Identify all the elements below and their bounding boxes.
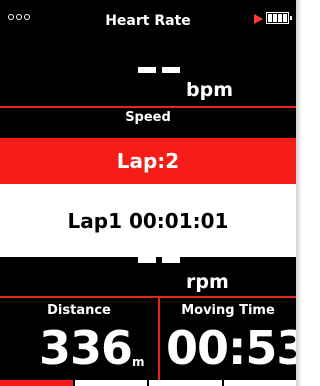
heart-rate-value-placeholder: [138, 67, 180, 73]
speed-label: Speed: [125, 110, 171, 125]
distance-unit: m: [132, 355, 145, 369]
battery-bar: [278, 14, 282, 22]
page-indicator: [0, 380, 296, 386]
dash: [138, 257, 156, 263]
moving-time-label: Moving Time: [181, 303, 275, 318]
battery-bar: [273, 14, 277, 22]
battery-icon: [266, 12, 292, 24]
battery-bar: [268, 14, 272, 22]
lap-banner-text: Lap:2: [116, 149, 180, 173]
dash: [162, 67, 180, 73]
divider: [0, 106, 296, 108]
moving-time-value: 00:53: [166, 321, 296, 375]
distance-label: Distance: [47, 303, 111, 318]
edge-shadow: [296, 0, 302, 386]
distance-value: 336: [39, 321, 133, 375]
lap-summary: Lap1 00:01:01: [0, 184, 296, 257]
lap-summary-text: Lap1 00:01:01: [67, 208, 229, 233]
battery-bar: [283, 14, 287, 22]
dash: [162, 257, 180, 263]
status-title: Heart Rate: [105, 13, 191, 29]
lap-banner: Lap:2: [0, 138, 296, 184]
heart-rate-unit: bpm: [186, 79, 233, 101]
cadence-unit: rpm: [186, 271, 229, 293]
page-indicator-segment: [147, 380, 222, 386]
dash: [138, 67, 156, 73]
bike-computer-screen: Heart Rate bpm Speed Lap:2 Lap1 00:01:01…: [0, 0, 296, 386]
status-bar: Heart Rate: [0, 0, 296, 44]
page-indicator-segment: [221, 380, 296, 386]
page-indicator-segment: [72, 380, 147, 386]
cadence-value-placeholder: [138, 257, 180, 263]
play-triangle-icon: [254, 14, 263, 24]
divider: [0, 296, 296, 298]
page-indicator-segment: [0, 380, 73, 386]
